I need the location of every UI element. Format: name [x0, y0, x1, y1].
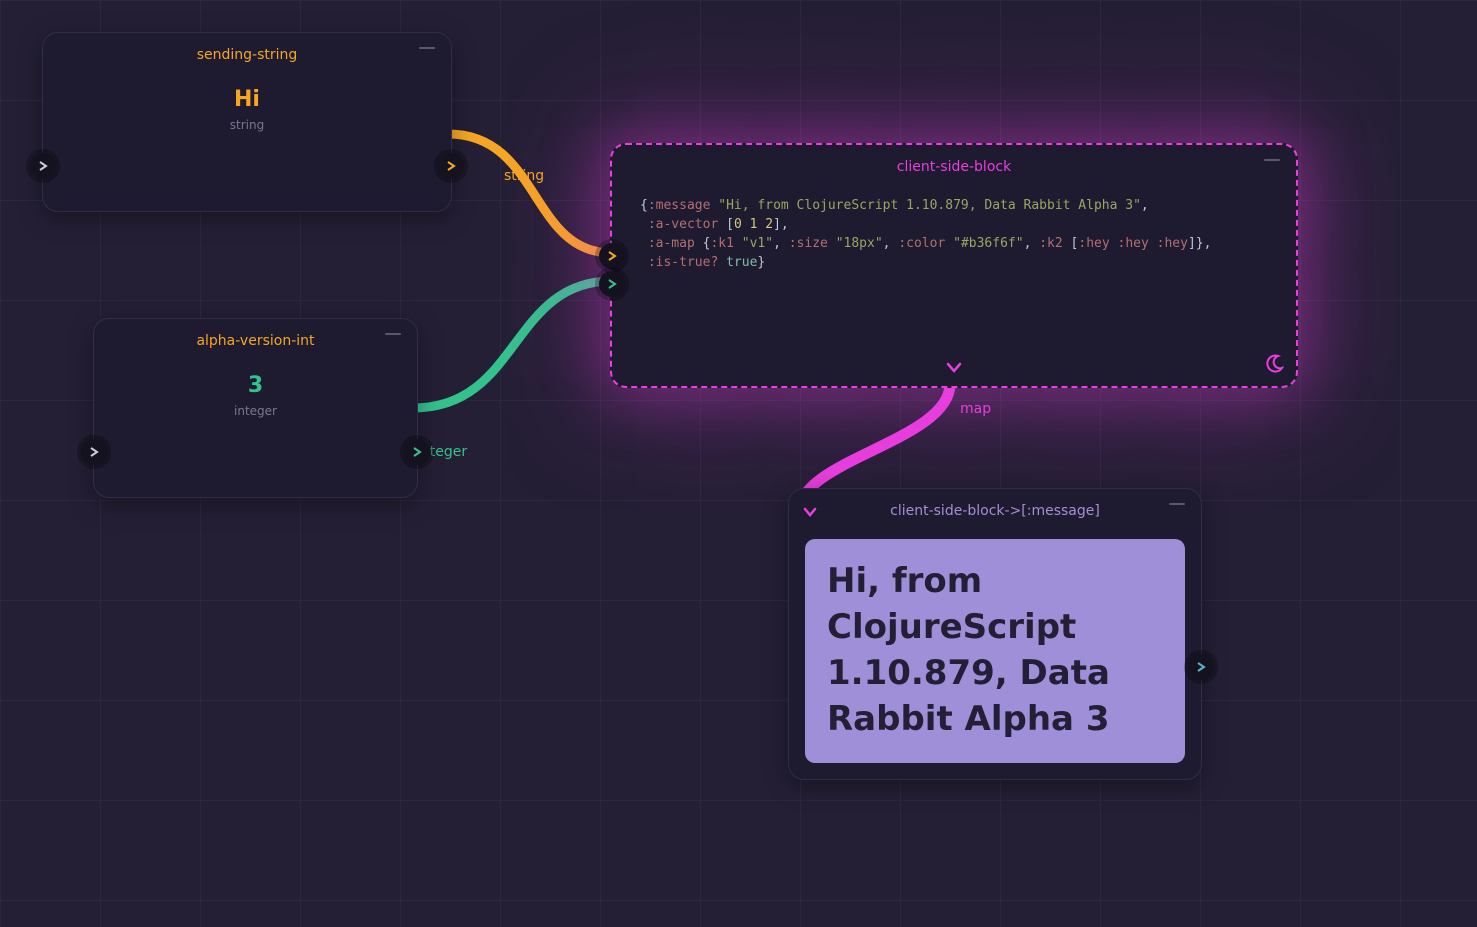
minimize-icon[interactable]	[1264, 159, 1280, 161]
wire-label-string: string	[504, 168, 544, 184]
input-port-2[interactable]	[599, 271, 625, 297]
input-port[interactable]	[30, 153, 56, 179]
node-title: client-side-block	[897, 159, 1011, 175]
node-type-label: integer	[234, 404, 277, 418]
chevron-right-icon	[89, 447, 99, 457]
minimize-icon[interactable]	[1169, 503, 1185, 505]
minimize-icon[interactable]	[385, 333, 401, 335]
node-message-output[interactable]: client-side-block->[:message] Hi, from C…	[788, 488, 1202, 780]
wire-string	[448, 134, 612, 253]
node-header: client-side-block	[612, 145, 1296, 189]
minimize-icon[interactable]	[419, 47, 435, 49]
output-port[interactable]	[1188, 654, 1214, 680]
chevron-right-icon	[38, 161, 48, 171]
node-header: client-side-block->[:message]	[789, 489, 1201, 533]
output-port[interactable]	[438, 153, 464, 179]
input-port[interactable]	[81, 439, 107, 465]
chevron-right-icon	[446, 161, 456, 171]
moon-icon[interactable]	[1264, 354, 1284, 378]
node-type-label: string	[230, 118, 264, 132]
node-sending-string[interactable]: sending-string Hi string	[42, 32, 452, 212]
chevron-right-icon	[1196, 662, 1206, 672]
node-title: alpha-version-int	[196, 333, 314, 349]
node-alpha-version-int[interactable]: alpha-version-int 3 integer	[93, 318, 418, 498]
chevron-down-icon[interactable]	[803, 503, 817, 522]
node-header: alpha-version-int	[94, 319, 417, 363]
chevron-right-icon	[412, 447, 422, 457]
node-value: 3	[248, 373, 263, 398]
output-port[interactable]	[404, 439, 430, 465]
node-code-body[interactable]: {:message "Hi, from ClojureScript 1.10.8…	[612, 189, 1296, 302]
node-title: client-side-block->[:message]	[890, 503, 1100, 519]
expand-down-icon[interactable]	[946, 359, 962, 378]
wire-label-map: map	[960, 401, 991, 417]
input-port-1[interactable]	[599, 243, 625, 269]
wire-integer	[413, 281, 612, 408]
chevron-right-icon	[607, 279, 617, 289]
node-client-side-block[interactable]: client-side-block {:message "Hi, from Cl…	[610, 143, 1298, 388]
message-body: Hi, from ClojureScript 1.10.879, Data Ra…	[805, 539, 1185, 763]
node-header: sending-string	[43, 33, 451, 77]
node-value: Hi	[234, 87, 260, 112]
node-title: sending-string	[197, 47, 298, 63]
chevron-right-icon	[607, 251, 617, 261]
